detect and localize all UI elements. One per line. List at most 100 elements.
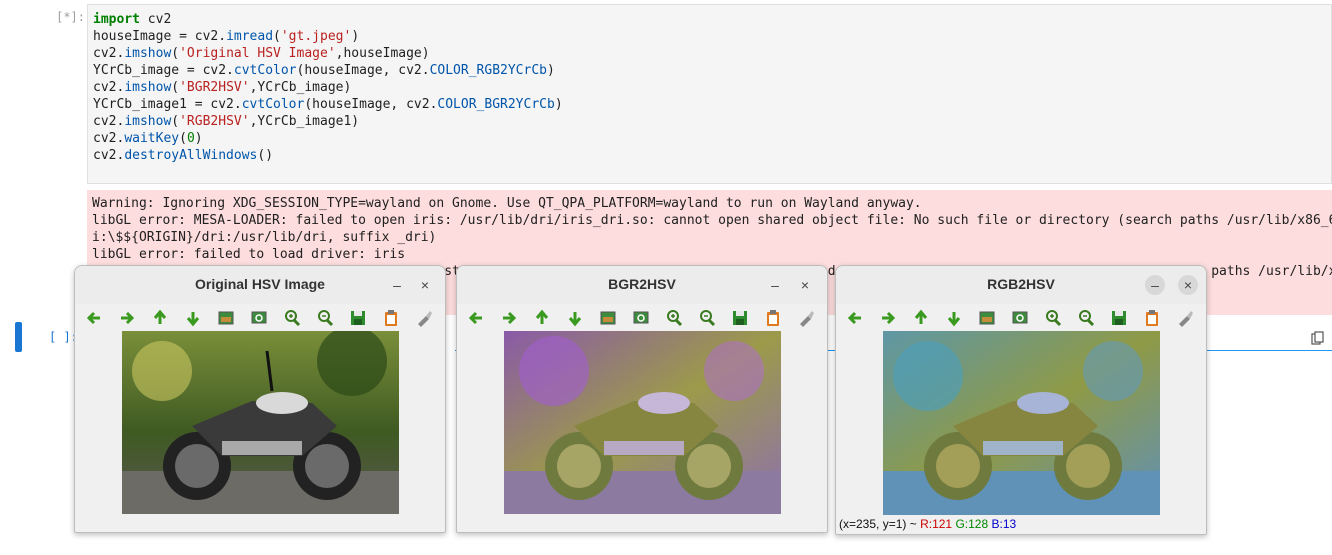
window-original-hsv-image[interactable]: Original HSV Image – × bbox=[74, 265, 446, 533]
code-token: ) bbox=[554, 97, 563, 112]
minimize-button[interactable]: – bbox=[765, 275, 785, 295]
clipboard-icon[interactable] bbox=[381, 308, 401, 328]
code-token: 'gt.jpeg' bbox=[280, 29, 352, 44]
zoom-in-icon[interactable] bbox=[1043, 308, 1063, 328]
zoom-out-icon[interactable] bbox=[315, 308, 335, 328]
code-line: YCrCb_image = cv2.cvtColor(houseImage, c… bbox=[93, 62, 563, 79]
cell-prompt: [*]: bbox=[56, 10, 85, 24]
active-cell-indicator bbox=[15, 322, 22, 352]
image-icon[interactable] bbox=[216, 308, 236, 328]
image-icon[interactable] bbox=[598, 308, 618, 328]
arrow-left-icon[interactable] bbox=[466, 308, 486, 328]
code-token: cvtColor bbox=[233, 63, 297, 78]
close-button[interactable]: × bbox=[415, 275, 435, 295]
toolbar bbox=[75, 304, 445, 332]
arrow-left-icon[interactable] bbox=[84, 308, 104, 328]
arrow-down-icon[interactable] bbox=[565, 308, 585, 328]
code-token: COLOR_BGR2YCrCb bbox=[437, 97, 555, 112]
code-token: ,YCrCb_image1) bbox=[249, 114, 360, 129]
titlebar[interactable]: Original HSV Image – × bbox=[75, 266, 445, 304]
copy-icon[interactable] bbox=[1311, 331, 1325, 345]
code-cell[interactable]: import cv2 houseImage = cv2.imread('gt.jp… bbox=[87, 4, 1332, 184]
code-token: ( bbox=[171, 80, 180, 95]
arrow-left-icon[interactable] bbox=[845, 308, 865, 328]
code-line: cv2.destroyAllWindows() bbox=[93, 147, 563, 164]
code-token: imshow bbox=[124, 114, 172, 129]
code-token: cv2. bbox=[93, 80, 125, 95]
code-token: cv2. bbox=[93, 114, 125, 129]
zoom-in-icon[interactable] bbox=[282, 308, 302, 328]
code-token: imshow bbox=[124, 46, 172, 61]
window-bgr2hsv[interactable]: BGR2HSV – × bbox=[456, 265, 828, 533]
minimize-button[interactable]: – bbox=[387, 275, 407, 295]
code-token: YCrCb_image1 = cv2. bbox=[93, 97, 242, 112]
code-token: 0 bbox=[186, 131, 195, 146]
image-view[interactable] bbox=[122, 331, 399, 514]
clipboard-icon[interactable] bbox=[763, 308, 783, 328]
code-token: ) bbox=[546, 63, 555, 78]
zoom-in-icon[interactable] bbox=[664, 308, 684, 328]
minimize-button[interactable]: – bbox=[1145, 275, 1165, 295]
status-coords: (x=235, y=1) ~ bbox=[839, 517, 917, 531]
zoom-fit-icon[interactable] bbox=[631, 308, 651, 328]
status-r: R:121 bbox=[920, 517, 953, 531]
code-token: cvtColor bbox=[241, 97, 305, 112]
close-button[interactable]: × bbox=[795, 275, 815, 295]
properties-icon[interactable] bbox=[796, 308, 816, 328]
code-editor[interactable]: import cv2 houseImage = cv2.imread('gt.jp… bbox=[93, 11, 563, 164]
zoom-out-icon[interactable] bbox=[1076, 308, 1096, 328]
code-token: ( bbox=[171, 114, 180, 129]
motorcycle-image-bgr2hsv bbox=[504, 331, 781, 514]
zoom-fit-icon[interactable] bbox=[249, 308, 269, 328]
code-token: ( bbox=[179, 131, 187, 146]
save-icon[interactable] bbox=[1109, 308, 1129, 328]
arrow-up-icon[interactable] bbox=[150, 308, 170, 328]
code-token: destroyAllWindows bbox=[124, 148, 258, 163]
code-token: imread bbox=[226, 29, 274, 44]
motorcycle-image-rgb2hsv bbox=[883, 331, 1160, 515]
code-token: cv2. bbox=[93, 148, 125, 163]
image-view[interactable] bbox=[883, 331, 1160, 515]
code-line: cv2.imshow('Original HSV Image',houseIma… bbox=[93, 45, 563, 62]
code-token: () bbox=[257, 148, 274, 163]
close-button[interactable]: × bbox=[1178, 275, 1198, 295]
status-g: G:128 bbox=[955, 517, 989, 531]
code-token: import bbox=[93, 12, 140, 27]
properties-icon[interactable] bbox=[1175, 308, 1195, 328]
clipboard-icon[interactable] bbox=[1142, 308, 1162, 328]
arrow-right-icon[interactable] bbox=[878, 308, 898, 328]
code-token: 'BGR2HSV' bbox=[179, 80, 250, 95]
zoom-fit-icon[interactable] bbox=[1010, 308, 1030, 328]
code-token: ) bbox=[351, 29, 360, 44]
window-rgb2hsv[interactable]: RGB2HSV – × (x=235, y=1) ~ R:121 G:128 B… bbox=[835, 265, 1207, 535]
arrow-right-icon[interactable] bbox=[117, 308, 137, 328]
code-token: imshow bbox=[124, 80, 172, 95]
code-token: houseImage = cv2. bbox=[93, 29, 227, 44]
code-line: houseImage = cv2.imread('gt.jpeg') bbox=[93, 28, 563, 45]
arrow-up-icon[interactable] bbox=[911, 308, 931, 328]
arrow-right-icon[interactable] bbox=[499, 308, 519, 328]
motorcycle-image bbox=[122, 331, 399, 514]
code-token: (houseImage, cv2. bbox=[296, 63, 430, 78]
save-icon[interactable] bbox=[348, 308, 368, 328]
code-token: cv2. bbox=[93, 46, 125, 61]
properties-icon[interactable] bbox=[414, 308, 434, 328]
image-view[interactable] bbox=[504, 331, 781, 514]
code-token: ( bbox=[171, 46, 180, 61]
code-token: (houseImage, cv2. bbox=[304, 97, 438, 112]
code-token: YCrCb_image = cv2. bbox=[93, 63, 234, 78]
code-line: cv2.imshow('RGB2HSV',YCrCb_image1) bbox=[93, 113, 563, 130]
status-bar: (x=235, y=1) ~ R:121 G:128 B:13 bbox=[839, 517, 1016, 531]
zoom-out-icon[interactable] bbox=[697, 308, 717, 328]
code-token: ( bbox=[273, 29, 281, 44]
arrow-down-icon[interactable] bbox=[183, 308, 203, 328]
save-icon[interactable] bbox=[730, 308, 750, 328]
arrow-up-icon[interactable] bbox=[532, 308, 552, 328]
arrow-down-icon[interactable] bbox=[944, 308, 964, 328]
toolbar bbox=[457, 304, 827, 332]
image-icon[interactable] bbox=[977, 308, 997, 328]
titlebar[interactable]: RGB2HSV – × bbox=[836, 266, 1206, 304]
toolbar bbox=[836, 304, 1206, 332]
code-token: 'RGB2HSV' bbox=[179, 114, 250, 129]
titlebar[interactable]: BGR2HSV – × bbox=[457, 266, 827, 304]
